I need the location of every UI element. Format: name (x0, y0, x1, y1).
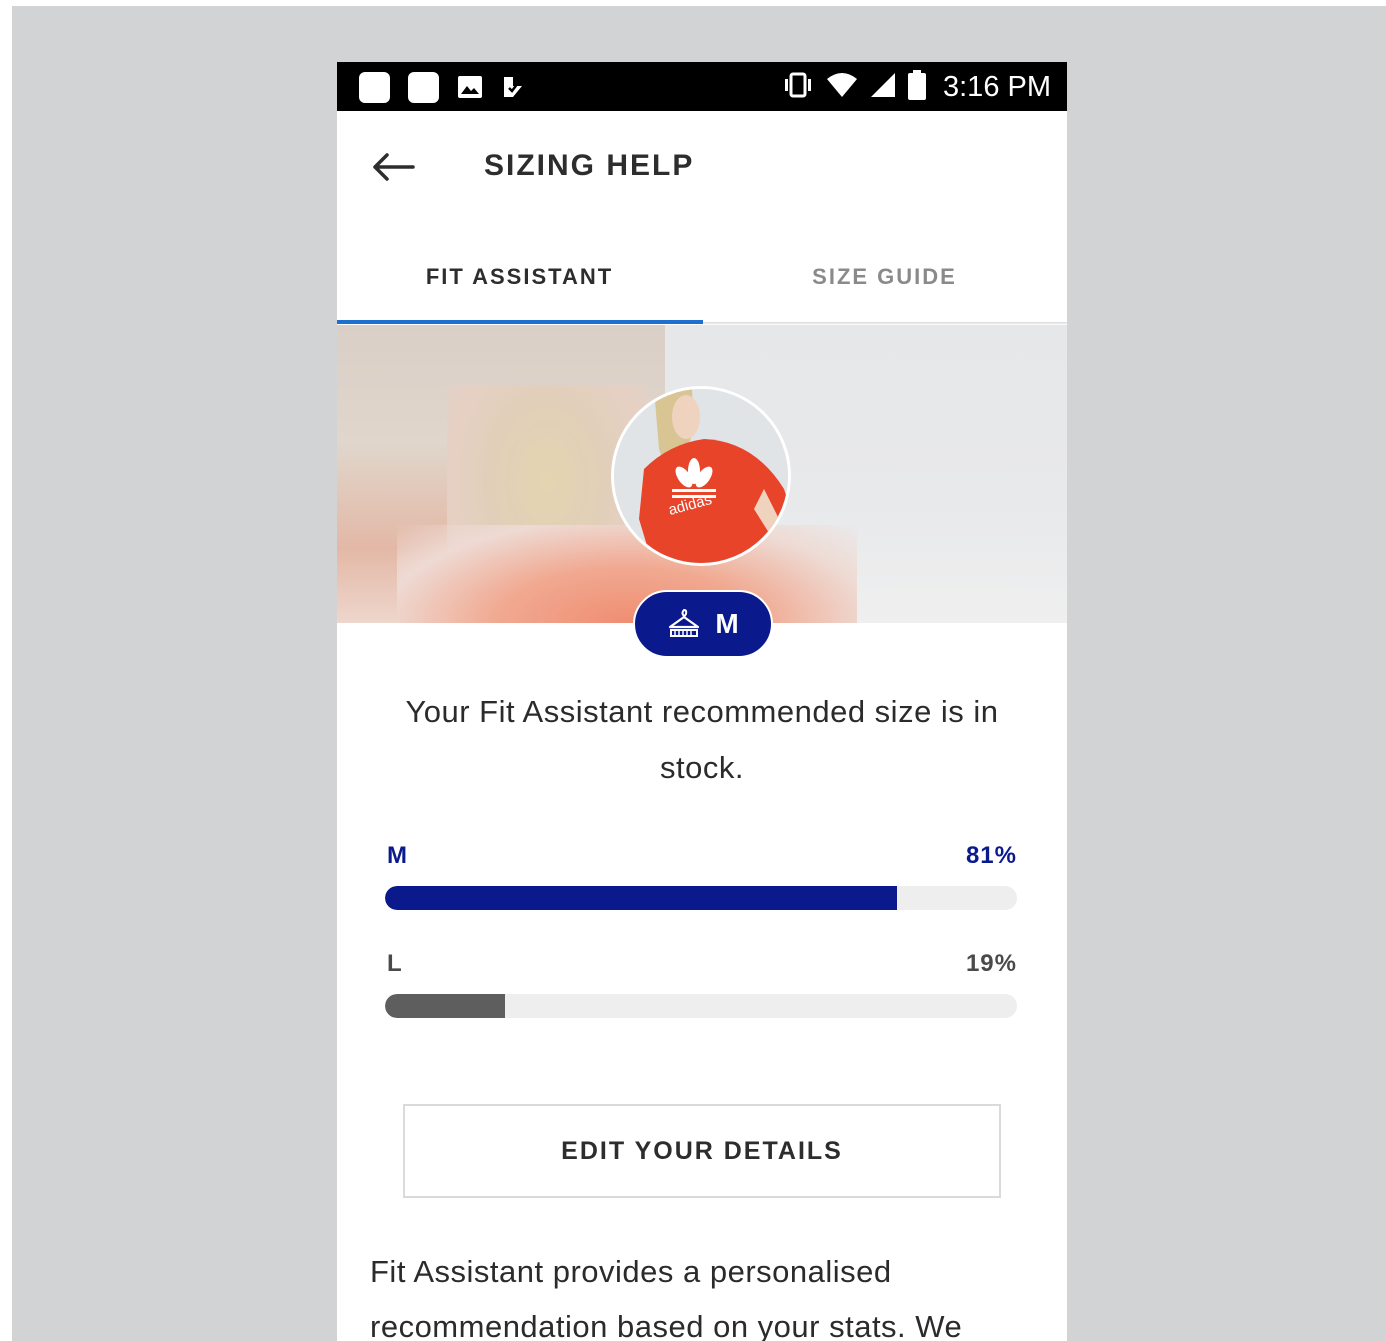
tab-bar: FIT ASSISTANT SIZE GUIDE (337, 242, 1067, 325)
arrow-left-icon (373, 153, 415, 181)
system-icons: 3:16 PM (781, 69, 1051, 105)
image-icon (457, 75, 483, 99)
tab-fit-assistant[interactable]: FIT ASSISTANT (337, 242, 702, 325)
tab-size-guide[interactable]: SIZE GUIDE (702, 242, 1067, 325)
size-percent: 19% (965, 950, 1017, 977)
size-bar-fill (385, 994, 506, 1018)
phone-screen: 3:16 PM SIZING HELP FIT ASSISTANT SIZE G… (337, 62, 1067, 1341)
battery-icon (907, 69, 927, 105)
edit-details-button[interactable]: EDIT YOUR DETAILS (403, 1104, 1001, 1198)
recommended-size-label: M (715, 608, 739, 639)
status-bar: 3:16 PM (337, 62, 1067, 111)
notification-icons (359, 71, 527, 103)
download-check-icon (501, 75, 527, 99)
size-percent: 81% (965, 842, 1017, 869)
info-text: Fit Assistant provides a personalised re… (370, 1254, 963, 1341)
active-tab-indicator (337, 320, 703, 324)
product-image: adidas (611, 386, 791, 566)
app-icon (408, 71, 439, 103)
size-bar-track (385, 994, 1017, 1018)
size-bar-track (385, 886, 1017, 910)
wifi-icon (825, 71, 859, 104)
status-time: 3:16 PM (943, 70, 1051, 103)
recommended-size-badge: M (633, 590, 773, 658)
size-label: M (387, 842, 407, 869)
vibrate-icon (781, 71, 815, 104)
back-button[interactable] (367, 149, 419, 185)
signal-icon (869, 71, 897, 104)
app-header: SIZING HELP (337, 111, 1067, 223)
app-icon (359, 71, 390, 103)
page-title: SIZING HELP (484, 149, 695, 182)
recommendation-message: Your Fit Assistant recommended size is i… (405, 694, 999, 785)
size-label: L (387, 950, 402, 977)
hanger-icon (669, 608, 700, 637)
size-bar-fill (385, 886, 897, 910)
